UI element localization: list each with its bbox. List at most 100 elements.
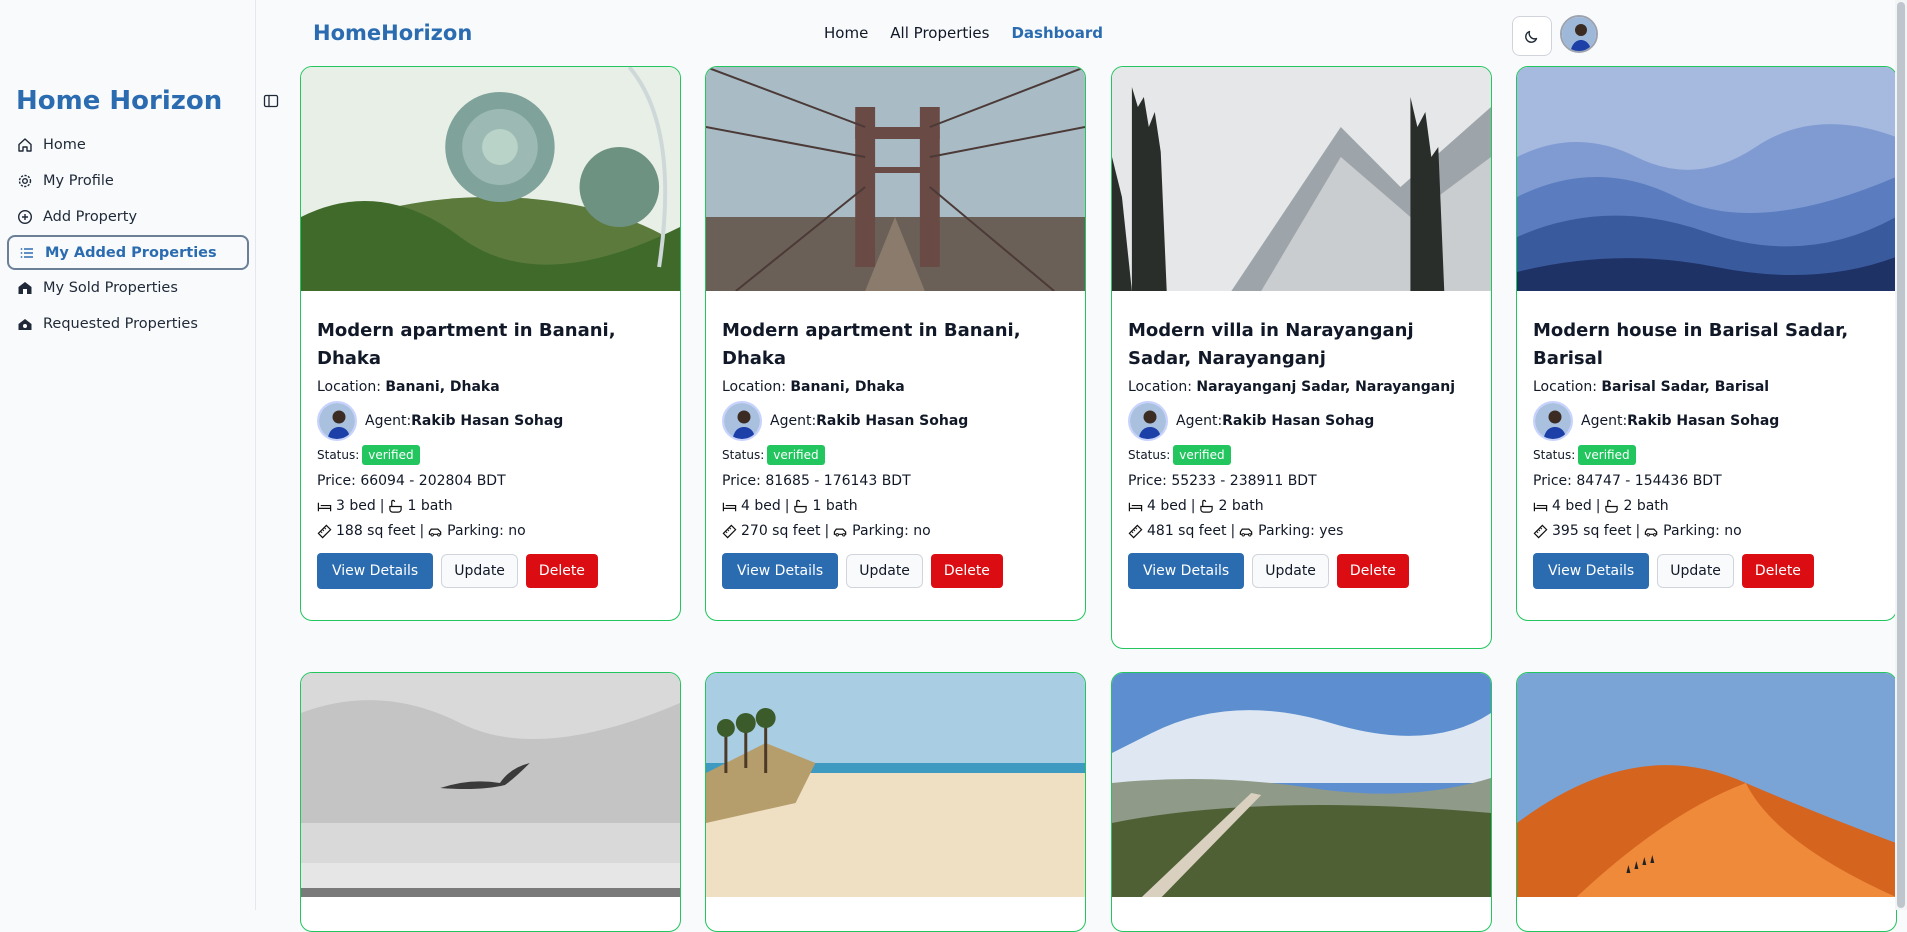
car-icon — [1644, 528, 1658, 536]
delete-button[interactable]: Delete — [1336, 554, 1409, 588]
sidebar-item-label: My Added Properties — [45, 244, 217, 261]
property-image[interactable] — [1112, 673, 1491, 897]
status-label: Status: — [1128, 448, 1171, 462]
sidebar-item-label: Requested Properties — [43, 316, 198, 332]
status-row: Status: verified — [722, 445, 1069, 465]
nav-all-properties[interactable]: All Properties — [890, 24, 989, 42]
area-parking-row: 188 sq feet | Parking: no — [317, 523, 664, 539]
theme-toggle-button[interactable] — [1512, 16, 1552, 56]
area: 270 sq feet — [741, 523, 821, 539]
separator: | — [1190, 498, 1196, 514]
sidebar: Home Horizon Home My Profile Add Propert… — [0, 0, 256, 910]
property-image[interactable] — [301, 67, 680, 291]
agent-row: Agent: Rakib Hasan Sohag — [1128, 401, 1475, 441]
agent-name: Rakib Hasan Sohag — [1222, 413, 1375, 429]
sidebar-item-home[interactable]: Home — [7, 127, 249, 163]
area-parking-row: 481 sq feet | Parking: yes — [1128, 523, 1475, 539]
property-price: Price: 81685 - 176143 BDT — [722, 473, 911, 489]
scrollbar-thumb[interactable] — [1897, 2, 1905, 908]
nav-dashboard[interactable]: Dashboard — [1011, 24, 1102, 42]
agent-label: Agent: — [770, 413, 817, 429]
bath-icon — [389, 499, 403, 513]
property-title: Modern apartment in Banani, Dhaka — [722, 320, 1021, 369]
sidebar-toggle-icon[interactable] — [263, 93, 279, 109]
property-image[interactable] — [706, 67, 1085, 291]
view-details-button[interactable]: View Details — [1128, 553, 1245, 589]
sidebar-brand[interactable]: Home Horizon — [16, 86, 222, 116]
request-icon — [18, 319, 32, 330]
property-location: Location: Barisal Sadar, Barisal — [1533, 379, 1880, 395]
property-image[interactable] — [1517, 67, 1896, 291]
agent-name: Rakib Hasan Sohag — [411, 413, 564, 429]
separator: | — [1595, 498, 1601, 514]
location-value: Barisal Sadar, Barisal — [1601, 379, 1770, 395]
ruler-icon — [1128, 524, 1143, 538]
agent-label: Agent: — [365, 413, 412, 429]
parking: Parking: no — [1663, 523, 1742, 539]
separator: | — [824, 523, 830, 539]
sidebar-item-add-property[interactable]: Add Property — [7, 199, 249, 235]
ruler-icon — [722, 524, 737, 538]
property-image[interactable] — [1517, 673, 1896, 897]
delete-button[interactable]: Delete — [1741, 554, 1814, 588]
area: 481 sq feet — [1147, 523, 1227, 539]
agent-name: Rakib Hasan Sohag — [1627, 413, 1780, 429]
user-avatar[interactable] — [1560, 15, 1598, 53]
separator: | — [1635, 523, 1641, 539]
status-row: Status: verified — [1128, 445, 1475, 465]
agent-avatar — [317, 401, 357, 441]
bed-bath-row: 4 bed | 2 bath — [1128, 498, 1475, 514]
delete-button[interactable]: Delete — [930, 554, 1003, 588]
property-title: Modern villa in Narayanganj Sadar, Naray… — [1128, 320, 1414, 369]
agent-row: Agent: Rakib Hasan Sohag — [722, 401, 1069, 441]
car-icon — [833, 528, 847, 536]
property-image[interactable] — [706, 673, 1085, 897]
sidebar-item-my-added-properties[interactable]: My Added Properties — [7, 235, 249, 270]
agent-name: Rakib Hasan Sohag — [816, 413, 969, 429]
status-badge: verified — [1173, 445, 1231, 465]
property-title: Modern house in Barisal Sadar, Barisal — [1533, 320, 1849, 369]
plus-circle-icon — [17, 209, 33, 225]
location-label: Location: — [1533, 379, 1597, 395]
delete-button[interactable]: Delete — [525, 554, 598, 588]
agent-row: Agent: Rakib Hasan Sohag — [1533, 401, 1880, 441]
sidebar-item-requested-properties[interactable]: Requested Properties — [7, 306, 249, 342]
property-price: Price: 84747 - 154436 BDT — [1533, 473, 1722, 489]
sidebar-item-my-sold-properties[interactable]: My Sold Properties — [7, 270, 249, 306]
view-details-button[interactable]: View Details — [317, 553, 434, 589]
area: 395 sq feet — [1552, 523, 1632, 539]
bath-icon — [1200, 499, 1214, 513]
location-value: Banani, Dhaka — [385, 379, 500, 395]
property-card: Modern apartment in Banani, Dhaka Locati… — [705, 66, 1086, 621]
view-details-button[interactable]: View Details — [722, 553, 839, 589]
baths: 1 bath — [812, 498, 858, 514]
bed-icon — [1533, 502, 1548, 511]
update-button[interactable]: Update — [441, 554, 518, 588]
update-button[interactable]: Update — [846, 554, 923, 588]
property-card — [1111, 672, 1492, 932]
property-image[interactable] — [301, 673, 680, 897]
separator: | — [419, 523, 425, 539]
sidebar-item-label: My Sold Properties — [43, 280, 178, 296]
car-icon — [428, 528, 442, 536]
parking: Parking: no — [852, 523, 931, 539]
property-card: Modern villa in Narayanganj Sadar, Naray… — [1111, 66, 1492, 649]
page-scrollbar[interactable] — [1895, 0, 1907, 910]
card-actions: View Details Update Delete — [722, 553, 1069, 589]
parking: Parking: no — [447, 523, 526, 539]
location-label: Location: — [1128, 379, 1192, 395]
separator: | — [1230, 523, 1236, 539]
navbar-logo[interactable]: HomeHorizon — [313, 21, 472, 45]
update-button[interactable]: Update — [1252, 554, 1329, 588]
sidebar-item-my-profile[interactable]: My Profile — [7, 163, 249, 199]
view-details-button[interactable]: View Details — [1533, 553, 1650, 589]
nav-home[interactable]: Home — [824, 24, 868, 42]
home-icon — [18, 138, 32, 152]
bed-bath-row: 4 bed | 1 bath — [722, 498, 1069, 514]
property-image[interactable] — [1112, 67, 1491, 291]
property-location: Location: Banani, Dhaka — [722, 379, 1069, 395]
navbar-links: Home All Properties Dashboard — [824, 24, 1103, 42]
update-button[interactable]: Update — [1657, 554, 1734, 588]
property-card — [1516, 672, 1897, 932]
property-price: Price: 55233 - 238911 BDT — [1128, 473, 1317, 489]
